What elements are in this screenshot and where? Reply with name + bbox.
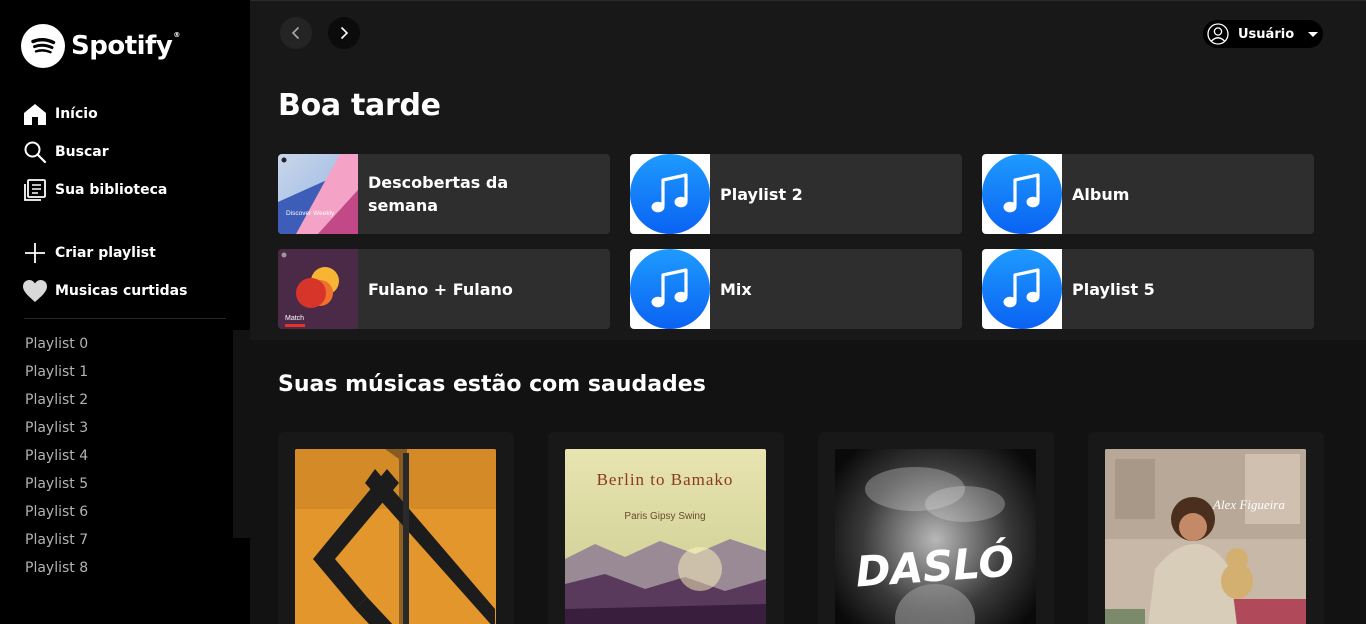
sidebar: Spotify® Início Buscar Sua biblioteca Cr… xyxy=(0,0,250,624)
shortcut-label: Playlist 5 xyxy=(1072,279,1155,299)
album-cover: Berlin to Bamako Paris Gipsy Swing xyxy=(565,449,766,624)
nav-library-label: Sua biblioteca xyxy=(55,182,168,198)
album-card[interactable]: Berlin to Bamako Paris Gipsy Swing xyxy=(548,432,784,624)
library-icon xyxy=(22,177,48,203)
liked-songs-label: Musicas curtidas xyxy=(55,283,188,299)
sidebar-playlist-item[interactable]: Playlist 6 xyxy=(25,501,88,529)
search-icon xyxy=(22,139,48,165)
match-cover-text: Match xyxy=(285,315,304,322)
music-note-icon xyxy=(1003,268,1040,308)
album-card[interactable]: DASLÓ xyxy=(818,432,1054,624)
main-content: Usuário Boa tarde Discover Weekly Descob… xyxy=(250,0,1366,624)
nav-library[interactable]: Sua biblioteca xyxy=(22,175,167,205)
nav-home-label: Início xyxy=(55,106,98,122)
shortcut-tile[interactable]: Match Fulano + Fulano xyxy=(278,249,610,329)
caret-down-icon xyxy=(1308,31,1319,37)
chevron-left-icon xyxy=(291,26,300,40)
plus-icon xyxy=(22,240,48,266)
shortcut-label: Mix xyxy=(720,279,752,299)
user-avatar-icon xyxy=(1207,23,1229,45)
music-cover xyxy=(630,154,710,234)
shortcut-label: Playlist 2 xyxy=(720,184,803,204)
music-note-icon xyxy=(651,268,688,308)
home-icon xyxy=(22,101,48,127)
album-cover-title: Berlin to Bamako xyxy=(597,470,734,489)
sidebar-playlist-item[interactable]: Playlist 3 xyxy=(25,417,88,445)
album-card[interactable] xyxy=(278,432,514,624)
sidebar-playlist-item[interactable]: Playlist 4 xyxy=(25,445,88,473)
spotify-logo[interactable]: Spotify® xyxy=(21,24,180,68)
shortcut-tile[interactable]: Playlist 2 xyxy=(630,154,962,234)
discover-weekly-cover-text: Discover Weekly xyxy=(286,210,335,217)
back-button[interactable] xyxy=(280,17,312,49)
greeting-heading: Boa tarde xyxy=(278,88,441,123)
sidebar-playlist-item[interactable]: Playlist 1 xyxy=(25,361,88,389)
user-menu-button[interactable]: Usuário xyxy=(1203,20,1323,48)
spotify-wordmark: Spotify® xyxy=(71,31,180,61)
heart-icon xyxy=(22,278,48,304)
shortcut-label: Fulano + Fulano xyxy=(368,279,513,299)
playlist-list: Playlist 0 Playlist 1 Playlist 2 Playlis… xyxy=(25,333,88,585)
sidebar-divider xyxy=(24,318,226,319)
shortcut-tile[interactable]: Discover Weekly Descobertas da semana xyxy=(278,154,610,234)
create-playlist-label: Criar playlist xyxy=(55,245,156,261)
discover-weekly-cover: Discover Weekly xyxy=(278,154,358,234)
album-card[interactable]: Alex Figueira xyxy=(1088,432,1324,624)
album-cover: DASLÓ xyxy=(835,449,1036,624)
nav-search[interactable]: Buscar xyxy=(22,137,109,167)
spotify-logo-icon xyxy=(21,24,65,68)
create-playlist-button[interactable]: Criar playlist xyxy=(22,238,156,268)
album-cover: Alex Figueira xyxy=(1105,449,1306,624)
chevron-right-icon xyxy=(340,26,349,40)
music-cover xyxy=(630,249,710,329)
nav-search-label: Buscar xyxy=(55,144,109,160)
music-note-icon xyxy=(1003,173,1040,213)
user-name: Usuário xyxy=(1238,26,1295,42)
shortcut-label: Album xyxy=(1072,184,1130,204)
match-cover: Match xyxy=(278,249,358,329)
shortcut-label: Descobertas da semana xyxy=(368,173,509,215)
album-cover-title: Alex Figueira xyxy=(1212,497,1285,512)
music-note-icon xyxy=(651,173,688,213)
shortcut-tile[interactable]: Playlist 5 xyxy=(982,249,1314,329)
shortcut-tile[interactable]: Album xyxy=(982,154,1314,234)
shortcut-tile[interactable]: Mix xyxy=(630,249,962,329)
sidebar-playlist-item[interactable]: Playlist 7 xyxy=(25,529,88,557)
sidebar-playlist-item[interactable]: Playlist 2 xyxy=(25,389,88,417)
sidebar-playlist-item[interactable]: Playlist 8 xyxy=(25,557,88,585)
topbar-border xyxy=(250,0,1366,1)
sidebar-scrollbar[interactable] xyxy=(233,330,250,538)
sidebar-playlist-item[interactable]: Playlist 0 xyxy=(25,333,88,361)
forward-button[interactable] xyxy=(328,17,360,49)
nav-home[interactable]: Início xyxy=(22,99,98,129)
section-title: Suas músicas estão com saudades xyxy=(278,372,706,397)
liked-songs-button[interactable]: Musicas curtidas xyxy=(22,276,187,306)
music-cover xyxy=(982,249,1062,329)
album-cover-subtitle: Paris Gipsy Swing xyxy=(624,511,705,522)
sidebar-playlist-item[interactable]: Playlist 5 xyxy=(25,473,88,501)
music-cover xyxy=(982,154,1062,234)
album-cover xyxy=(295,449,496,624)
